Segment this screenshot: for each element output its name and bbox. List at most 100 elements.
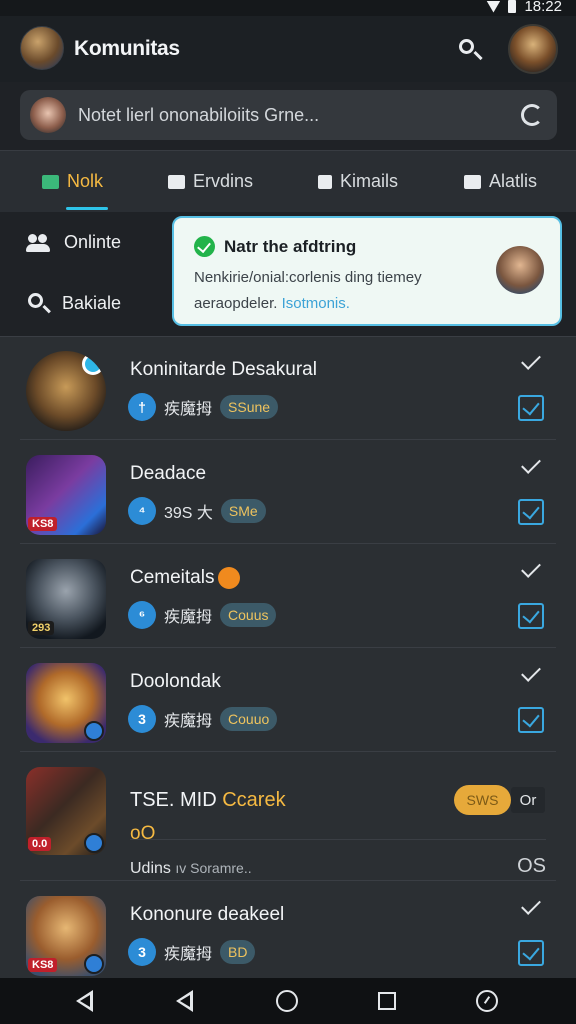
tab-bar: Nolk Ervdins Kimails Alatlis xyxy=(0,150,576,212)
page-title: Komunitas xyxy=(74,37,180,60)
search-bar[interactable]: Notet lierl ononabiloiits Grne... xyxy=(20,90,557,140)
edit-checkbox[interactable] xyxy=(518,940,544,966)
tab-nolk[interactable]: Nolk xyxy=(42,171,103,192)
search-input[interactable]: Notet lierl ononabiloiits Grne... xyxy=(78,105,319,126)
game-title-prefix: TSE. MID xyxy=(130,789,217,811)
edit-checkbox[interactable] xyxy=(518,499,544,525)
refresh-icon[interactable] xyxy=(521,104,543,126)
tab-indicator xyxy=(66,207,108,210)
album-icon xyxy=(318,174,332,189)
video-icon xyxy=(168,174,185,189)
level-badge: ⁶ xyxy=(128,601,156,629)
check-icon xyxy=(521,558,541,578)
tab-label: Alatlis xyxy=(489,171,538,191)
game-tag: KS8 xyxy=(28,958,58,972)
game-icon: KS8 xyxy=(26,896,106,976)
list-item[interactable]: Doolondak 3 疾魔拇 Couuo xyxy=(0,649,576,752)
game-title: Doolondak xyxy=(130,671,221,692)
game-icon: 0.0 xyxy=(26,767,106,855)
tab-ervdins[interactable]: Ervdins xyxy=(168,171,253,192)
check-circle-icon xyxy=(194,236,215,257)
notification-link[interactable]: Isotmonis. xyxy=(282,295,350,312)
tab-label: Ervdins xyxy=(193,171,254,191)
status-toggle[interactable]: SWS xyxy=(454,785,511,815)
menu-item-search[interactable]: Bakiale xyxy=(26,291,121,315)
fire-icon xyxy=(218,567,241,589)
game-tag: 293 xyxy=(28,621,55,635)
status-badge: Couuo xyxy=(220,707,278,731)
verified-badge-icon xyxy=(84,954,104,974)
verified-badge-icon xyxy=(84,721,104,741)
edit-checkbox[interactable] xyxy=(518,603,544,629)
game-title: Koninitarde Desakural xyxy=(130,359,317,380)
status-indicators: 18:22 xyxy=(486,0,562,15)
game-icon: 293 xyxy=(26,559,106,639)
meta-text: 疾魔拇 xyxy=(164,609,213,626)
list-item[interactable]: 0.0 TSE. MID Ccarek oO Udins ıv Soramre.… xyxy=(0,753,576,881)
back-alt-icon[interactable] xyxy=(176,990,200,1014)
app-logo xyxy=(20,26,64,70)
level-badge: 3 xyxy=(128,705,156,733)
clock-icon[interactable] xyxy=(476,990,500,1014)
status-badge: SMe xyxy=(220,499,266,523)
game-meta: † 疾魔拇 SSune xyxy=(128,393,279,421)
count-text: OS xyxy=(517,855,546,877)
menu-item-label: Onlinte xyxy=(64,232,122,252)
notification-body: Nenkirie/onial:corlenis ding tiemey aera… xyxy=(194,265,479,317)
chat-icon xyxy=(42,174,59,189)
search-icon[interactable] xyxy=(456,36,484,64)
check-icon xyxy=(521,454,541,474)
game-detail: Udins ıv Soramre.. xyxy=(130,860,252,878)
battery-icon xyxy=(508,0,517,13)
avatar xyxy=(496,246,544,294)
list-item[interactable]: KS8 Deadace ⁴ 39S 大 SMe xyxy=(0,441,576,544)
back-icon[interactable] xyxy=(76,990,100,1014)
game-meta: 3 疾魔拇 Couuo xyxy=(128,705,278,733)
notification-card[interactable]: Natr the afdtring Nenkirie/onial:corleni… xyxy=(172,216,562,326)
game-title-text: Cemeitals xyxy=(130,567,215,589)
status-time: 18:22 xyxy=(524,0,562,15)
game-subtitle: oO xyxy=(130,823,156,844)
status-bar: 18:22 xyxy=(0,0,576,16)
tab-label: Nolk xyxy=(67,171,104,191)
status-badge: SSune xyxy=(220,395,279,419)
menu-item-label: Bakiale xyxy=(62,292,122,313)
meta-text: 疾魔拇 xyxy=(164,713,213,730)
menu-item-online[interactable]: Onlinte xyxy=(26,232,121,253)
edit-checkbox[interactable] xyxy=(518,395,544,421)
list-item[interactable]: 293 Cemeitals ⁶ 疾魔拇 Couus xyxy=(0,545,576,648)
game-icon xyxy=(26,351,106,431)
game-icon xyxy=(26,663,106,743)
notification-title: Natr the afdtring xyxy=(224,237,357,256)
verified-badge-icon xyxy=(84,833,104,853)
list-item[interactable]: KS8 Kononure deakeel 3 疾魔拇 BD xyxy=(0,882,576,979)
option-button[interactable]: Or xyxy=(511,787,545,813)
level-badge: ⁴ xyxy=(128,497,156,525)
home-icon[interactable] xyxy=(276,990,300,1014)
level-badge: † xyxy=(128,393,156,421)
people-icon xyxy=(26,233,52,252)
tab-alatlis[interactable]: Alatlis xyxy=(464,171,537,192)
detail-small: ıv Soramre.. xyxy=(175,860,252,876)
tab-kimails[interactable]: Kimails xyxy=(318,171,398,192)
list-item[interactable]: Koninitarde Desakural † 疾魔拇 SSune xyxy=(0,337,576,440)
game-title-accent: Ccarek xyxy=(222,789,286,811)
navigation-bar xyxy=(0,978,576,1024)
game-title: Deadace xyxy=(130,463,207,484)
check-icon xyxy=(521,895,541,915)
app-bar: Komunitas xyxy=(0,16,576,82)
game-icon: KS8 xyxy=(26,455,106,535)
game-meta: ⁴ 39S 大 SMe xyxy=(128,497,266,525)
game-title: TSE. MID Ccarek xyxy=(130,789,286,812)
divider xyxy=(130,839,546,840)
game-tag: KS8 xyxy=(28,517,58,531)
recents-icon[interactable] xyxy=(376,990,400,1014)
edit-checkbox[interactable] xyxy=(518,707,544,733)
tab-label: Kimails xyxy=(340,171,399,191)
game-meta: ⁶ 疾魔拇 Couus xyxy=(128,601,277,629)
meta-text: 疾魔拇 xyxy=(164,946,213,963)
profile-avatar[interactable] xyxy=(508,24,558,74)
game-meta: 3 疾魔拇 BD xyxy=(128,938,256,966)
check-icon xyxy=(521,350,541,370)
game-title: Cemeitals xyxy=(130,567,241,589)
